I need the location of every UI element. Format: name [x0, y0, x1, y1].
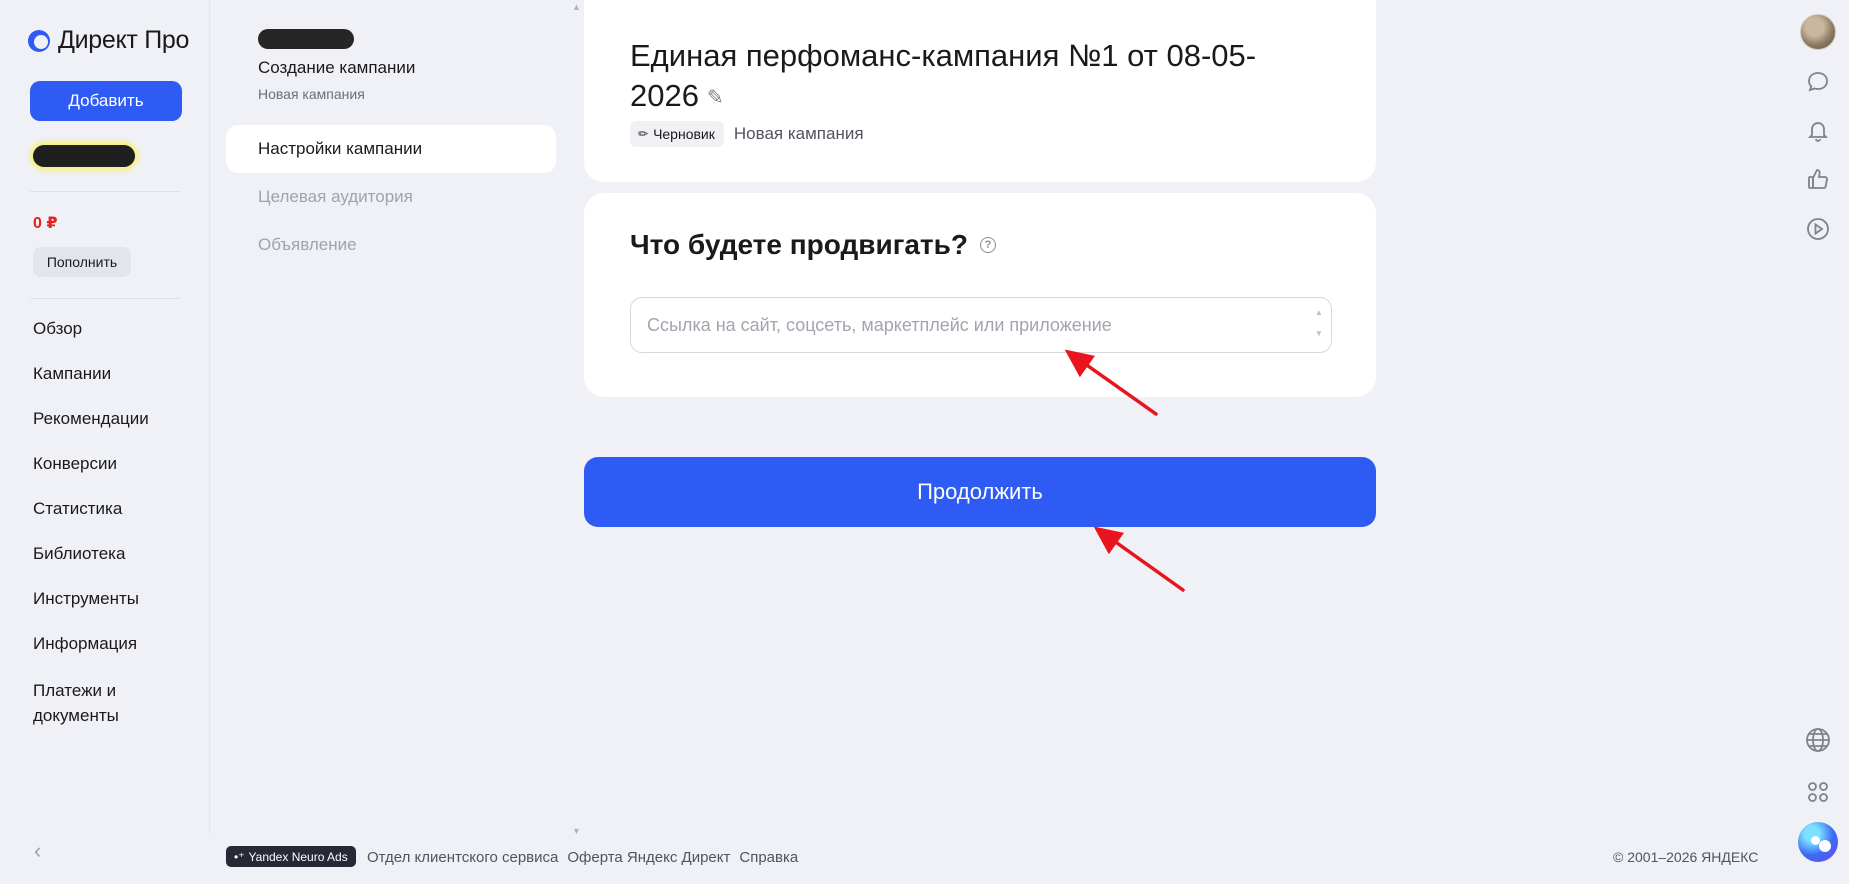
- neuro-ads-badge[interactable]: •⁺ Yandex Neuro Ads: [226, 846, 356, 867]
- wizard-nav: Создание кампании Новая кампания Настрой…: [210, 0, 580, 834]
- globe-icon[interactable]: [1804, 726, 1832, 754]
- promotion-question: Что будете продвигать? ?: [630, 229, 996, 261]
- wizard-subtitle: Новая кампания: [258, 86, 365, 102]
- main-nav: Обзор Кампании Рекомендации Конверсии Ст…: [33, 318, 149, 751]
- campaign-header-card: Единая перфоманс-кампания №1 от 08-05-20…: [584, 0, 1376, 182]
- topup-button[interactable]: Пополнить: [33, 247, 131, 277]
- footer-link-support[interactable]: Отдел клиентского сервиса: [367, 849, 558, 866]
- copyright: © 2001–2026 ЯНДЕКС: [1613, 849, 1759, 865]
- nav-item-payments[interactable]: Платежи и документы: [33, 678, 138, 728]
- pencil-icon: ✏: [638, 127, 649, 141]
- step-campaign-settings[interactable]: Настройки кампании: [226, 125, 556, 173]
- right-rail: [1790, 0, 1849, 884]
- apps-grid-icon[interactable]: [1804, 778, 1832, 806]
- footer-link-offer[interactable]: Оферта Яндекс Директ: [567, 849, 730, 866]
- direct-logo-icon: [28, 29, 50, 52]
- promotion-card: Что будете продвигать? ? ▲ ▼: [584, 193, 1376, 397]
- chat-icon[interactable]: [1804, 68, 1832, 96]
- account-login-redacted[interactable]: [33, 145, 135, 167]
- nav-item-information[interactable]: Информация: [33, 633, 149, 655]
- input-resize-up-icon: ▲: [1315, 308, 1323, 317]
- direct-pro-logo[interactable]: Директ Про: [28, 26, 189, 55]
- wizard-title: Создание кампании: [258, 58, 416, 77]
- campaign-title-text: Единая перфоманс-кампания №1 от 08-05-20…: [630, 38, 1257, 113]
- nav-item-tools[interactable]: Инструменты: [33, 588, 149, 610]
- divider: [30, 191, 180, 192]
- nav-item-overview[interactable]: Обзор: [33, 318, 149, 340]
- continue-button[interactable]: Продолжить: [584, 457, 1376, 527]
- thumbs-up-icon[interactable]: [1804, 165, 1832, 193]
- nav-item-campaigns[interactable]: Кампании: [33, 363, 149, 385]
- step-ad[interactable]: Объявление: [226, 221, 556, 269]
- account-balance: 0 ₽: [33, 215, 58, 232]
- campaign-title: Единая перфоманс-кампания №1 от 08-05-20…: [630, 36, 1310, 118]
- nav-item-library[interactable]: Библиотека: [33, 543, 149, 565]
- promotion-url-input[interactable]: [630, 297, 1332, 353]
- avatar[interactable]: [1800, 14, 1836, 50]
- campaign-status: Новая кампания: [733, 124, 864, 143]
- step-target-audience[interactable]: Целевая аудитория: [226, 173, 556, 221]
- logo-text: Директ Про: [58, 26, 190, 54]
- add-button[interactable]: Добавить: [30, 81, 182, 121]
- help-icon[interactable]: ?: [979, 237, 996, 253]
- main-sidebar: Директ Про Добавить 0 ₽ Пополнить Обзор …: [0, 0, 210, 863]
- footer-link-help[interactable]: Справка: [739, 849, 798, 866]
- arrow-to-continue-button: [1093, 526, 1185, 592]
- input-resize-down-icon: ▼: [1315, 329, 1323, 338]
- neuro-ads-icon: •⁺: [234, 849, 245, 864]
- play-icon[interactable]: [1804, 215, 1832, 243]
- divider: [30, 298, 180, 299]
- bell-icon[interactable]: [1804, 116, 1832, 144]
- promotion-question-text: Что будете продвигать?: [630, 229, 968, 260]
- nav-item-conversions[interactable]: Конверсии: [33, 453, 149, 475]
- footer: •⁺ Yandex Neuro Ads Отдел клиентского се…: [0, 834, 1849, 884]
- neuro-ads-label: Yandex Neuro Ads: [248, 849, 348, 864]
- user-name-redacted: [258, 29, 354, 49]
- scroll-up-icon[interactable]: ▲: [572, 2, 581, 12]
- nav-item-statistics[interactable]: Статистика: [33, 498, 149, 520]
- draft-badge: ✏ Черновик: [630, 121, 724, 147]
- draft-badge-label: Черновик: [653, 126, 715, 142]
- edit-title-icon[interactable]: ✎: [707, 78, 724, 118]
- campaign-status-row: ✏ Черновик Новая кампания: [630, 121, 864, 147]
- footer-links: Отдел клиентского сервиса Оферта Яндекс …: [367, 849, 798, 866]
- nav-item-recommendations[interactable]: Рекомендации: [33, 408, 149, 430]
